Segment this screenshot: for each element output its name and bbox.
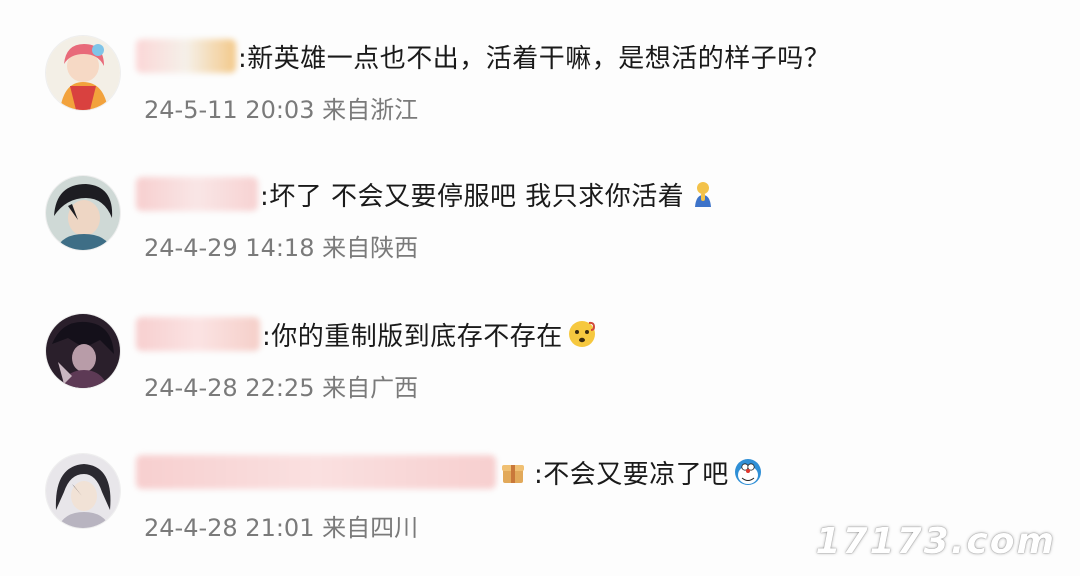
- username-blurred[interactable]: [136, 177, 258, 211]
- doraemon-emoji-icon: [733, 457, 763, 487]
- anime-girl-avatar-icon[interactable]: [46, 36, 120, 110]
- dark-character-avatar-icon[interactable]: [46, 314, 120, 388]
- username-blurred[interactable]: [136, 317, 260, 351]
- dark-hair-character-avatar-icon[interactable]: [46, 176, 120, 250]
- comment-timestamp: 24-4-28 22:25 来自广西: [144, 374, 419, 402]
- comment-line: :你的重制版到底存不存在: [136, 314, 597, 354]
- site-watermark: 17173.com: [815, 521, 1056, 562]
- comment-line: :不会又要凉了吧: [136, 452, 763, 492]
- comment-line: :坏了 不会又要停服吧 我只求你活着: [136, 174, 718, 214]
- comment-item: :新英雄一点也不出，活着干嘛，是想活的样子吗？ 24-5-11 20:03 来自…: [0, 28, 1080, 168]
- comment-timestamp: 24-4-29 14:18 来自陕西: [144, 234, 419, 262]
- comment-text: :新英雄一点也不出，活着干嘛，是想活的样子吗？: [238, 43, 831, 74]
- comment-timestamp: 24-5-11 20:03 来自浙江: [144, 96, 419, 124]
- gift-emoji-icon: [498, 457, 528, 487]
- username-blurred[interactable]: [136, 455, 496, 489]
- confused-face-emoji-icon: [567, 319, 597, 349]
- comment-timestamp: 24-4-28 21:01 来自四川: [144, 514, 419, 542]
- comment-text: :坏了 不会又要停服吧 我只求你活着: [260, 181, 685, 212]
- comment-item: :你的重制版到底存不存在 24-4-28 22:25 来自广西: [0, 306, 1080, 446]
- comment-list: :新英雄一点也不出，活着干嘛，是想活的样子吗？ 24-5-11 20:03 来自…: [0, 0, 1080, 576]
- comment-text: :你的重制版到底存不存在: [262, 321, 563, 352]
- comment-item: :坏了 不会又要停服吧 我只求你活着 24-4-29 14:18 来自陕西: [0, 166, 1080, 306]
- username-blurred[interactable]: [136, 39, 236, 73]
- comment-line: :新英雄一点也不出，活着干嘛，是想活的样子吗？: [136, 36, 830, 76]
- comment-text: :不会又要凉了吧: [534, 459, 729, 490]
- praying-figure-emoji-icon: [688, 179, 718, 209]
- hooded-character-avatar-icon[interactable]: [46, 454, 120, 528]
